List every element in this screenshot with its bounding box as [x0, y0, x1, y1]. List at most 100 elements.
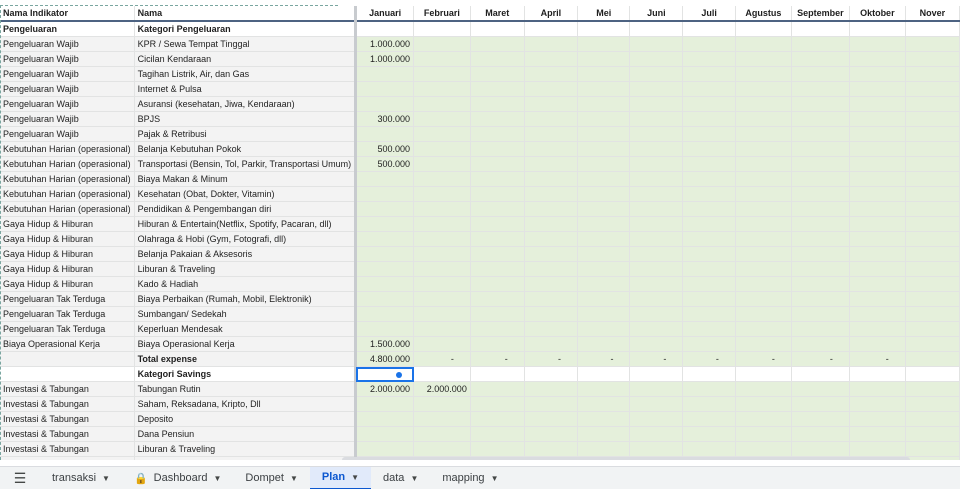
cell-month-value[interactable] [735, 231, 792, 247]
cell-month-value[interactable] [629, 111, 684, 127]
cell-month-value[interactable] [413, 81, 471, 97]
cell-month-value[interactable] [849, 96, 906, 112]
cell-month-value[interactable] [470, 216, 525, 232]
cell-month-value[interactable] [849, 426, 906, 442]
cell-month-value[interactable] [735, 426, 792, 442]
cell-month-value[interactable] [735, 51, 792, 67]
cell-month-value[interactable]: - [470, 351, 525, 367]
cell-month-value[interactable] [355, 276, 414, 292]
cell-month-value[interactable] [682, 276, 736, 292]
cell-month-value[interactable] [355, 171, 414, 187]
cell-month-value[interactable] [470, 276, 525, 292]
sheet-tab-dompet[interactable]: Dompet ▼ [233, 467, 309, 489]
cell-month-value[interactable]: - [682, 351, 736, 367]
cell-month-value[interactable] [735, 141, 792, 157]
cell-month-value[interactable] [629, 426, 684, 442]
cell-month-value[interactable] [735, 366, 792, 382]
cell-month-value[interactable] [629, 246, 684, 262]
cell-month-value[interactable] [905, 321, 960, 337]
cell-month-value[interactable] [524, 276, 579, 292]
cell-nama[interactable]: Kado & Hadiah [134, 276, 358, 292]
cell-nama-indikator[interactable] [0, 351, 135, 367]
header-month[interactable]: Juni [629, 6, 684, 22]
cell-month-value[interactable] [791, 51, 850, 67]
cell-month-value[interactable] [905, 36, 960, 52]
cell-month-value[interactable] [905, 216, 960, 232]
header-month[interactable]: Januari [355, 6, 414, 22]
cell-nama[interactable]: Transportasi (Bensin, Tol, Parkir, Trans… [134, 156, 358, 172]
cell-month-value[interactable] [629, 51, 684, 67]
cell-month-value[interactable] [355, 96, 414, 112]
cell-month-value[interactable] [524, 426, 579, 442]
cell-month-value[interactable] [524, 96, 579, 112]
cell-month-value[interactable]: - [849, 351, 906, 367]
cell-month-value[interactable] [470, 126, 525, 142]
cell-nama-indikator[interactable]: Investasi & Tabungan [0, 456, 135, 460]
cell-nama[interactable]: Pajak & Retribusi [134, 126, 358, 142]
sheet-tab-dashboard[interactable]: 🔒 Dashboard ▼ [122, 467, 233, 489]
cell-month-value[interactable] [629, 81, 684, 97]
cell-month-value[interactable] [629, 21, 684, 37]
cell-month-value[interactable] [905, 366, 960, 382]
cell-month-value[interactable] [577, 246, 631, 262]
cell-nama[interactable]: Kategori Pengeluaran [134, 21, 358, 37]
cell-month-value[interactable] [470, 261, 525, 277]
cell-month-value[interactable] [413, 51, 471, 67]
caret-down-icon[interactable]: ▼ [102, 474, 110, 483]
cell-month-value[interactable] [849, 141, 906, 157]
cell-month-value[interactable] [355, 306, 414, 322]
cell-month-value[interactable] [524, 51, 579, 67]
cell-month-value[interactable] [905, 81, 960, 97]
cell-month-value[interactable]: 500.000 [355, 156, 414, 172]
cell-month-value[interactable] [735, 96, 792, 112]
cell-nama-indikator[interactable]: Pengeluaran Tak Terduga [0, 306, 135, 322]
cell-month-value[interactable] [682, 396, 736, 412]
cell-month-value[interactable] [413, 396, 471, 412]
cell-month-value[interactable] [577, 261, 631, 277]
cell-month-value[interactable] [905, 306, 960, 322]
cell-month-value[interactable] [577, 111, 631, 127]
cell-month-value[interactable] [577, 426, 631, 442]
cell-month-value[interactable] [905, 141, 960, 157]
cell-month-value[interactable] [735, 36, 792, 52]
cell-month-value[interactable] [577, 96, 631, 112]
cell-month-value[interactable] [577, 51, 631, 67]
cell-month-value[interactable] [524, 141, 579, 157]
header-month[interactable]: Mei [577, 6, 631, 22]
cell-nama-indikator[interactable]: Pengeluaran [0, 21, 135, 37]
cell-month-value[interactable] [849, 411, 906, 427]
cell-month-value[interactable] [577, 81, 631, 97]
cell-month-value[interactable] [849, 441, 906, 457]
cell-month-value[interactable] [735, 306, 792, 322]
cell-nama[interactable]: Kategori Savings [134, 366, 358, 382]
cell-month-value[interactable] [629, 291, 684, 307]
cell-nama[interactable]: Tabungan Rutin [134, 381, 358, 397]
cell-month-value[interactable] [470, 186, 525, 202]
cell-nama[interactable]: Belanja Pakaian & Aksesoris [134, 246, 358, 262]
cell-month-value[interactable] [470, 171, 525, 187]
cell-nama[interactable]: Liburan & Traveling [134, 261, 358, 277]
cell-month-value[interactable] [413, 276, 471, 292]
cell-month-value[interactable] [577, 171, 631, 187]
cell-month-value[interactable] [524, 201, 579, 217]
cell-month-value[interactable] [735, 81, 792, 97]
cell-month-value[interactable] [355, 66, 414, 82]
cell-nama-indikator[interactable]: Pengeluaran Wajib [0, 81, 135, 97]
cell-month-value[interactable] [577, 366, 631, 382]
cell-month-value[interactable] [470, 51, 525, 67]
cell-month-value[interactable] [470, 36, 525, 52]
cell-month-value[interactable] [470, 111, 525, 127]
cell-nama[interactable]: Total expense [134, 351, 358, 367]
cell-month-value[interactable] [413, 246, 471, 262]
cell-nama-indikator[interactable]: Pengeluaran Wajib [0, 96, 135, 112]
cell-month-value[interactable] [735, 21, 792, 37]
sheet-tab-plan[interactable]: Plan ▼ [309, 466, 372, 489]
cell-month-value[interactable] [577, 21, 631, 37]
cell-month-value[interactable] [470, 381, 525, 397]
cell-month-value[interactable] [905, 21, 960, 37]
cell-month-value[interactable] [524, 261, 579, 277]
cell-month-value[interactable] [849, 171, 906, 187]
cell-month-value[interactable] [413, 96, 471, 112]
cell-month-value[interactable] [791, 186, 850, 202]
cell-nama-indikator[interactable]: Kebutuhan Harian (operasional) [0, 141, 135, 157]
